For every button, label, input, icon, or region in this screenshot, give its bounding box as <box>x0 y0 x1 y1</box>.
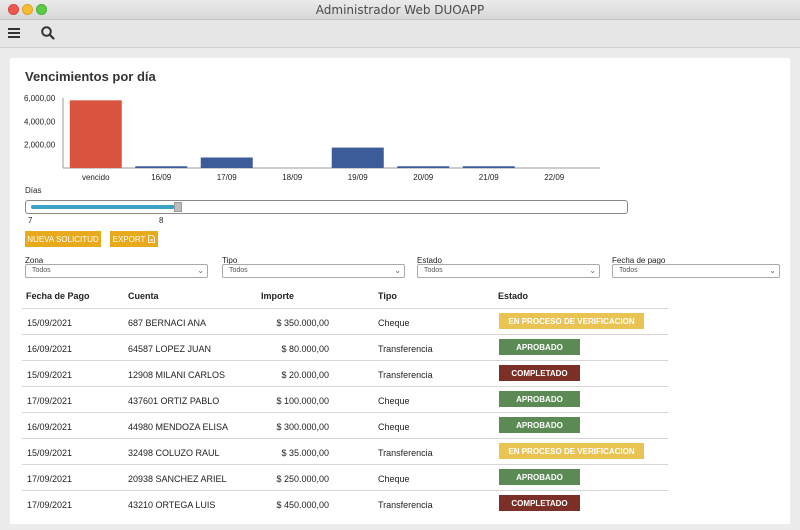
x-tick-label: 21/09 <box>479 173 500 182</box>
slider-min-label: 7 <box>28 216 33 225</box>
chevron-down-icon: ⌄ <box>769 266 776 275</box>
bar-20-09[interactable] <box>397 166 450 168</box>
cell-tipo: Transferencia <box>378 344 433 354</box>
cell-tipo: Cheque <box>378 474 410 484</box>
window-title: Administrador Web DUOAPP <box>315 3 485 17</box>
payment-date-filter-select[interactable]: Todos ⌄ <box>612 264 780 278</box>
slider-fill <box>31 205 175 209</box>
cell-tipo: Cheque <box>378 422 410 432</box>
status-filter-select[interactable]: Todos ⌄ <box>417 264 600 278</box>
days-range-slider[interactable] <box>25 200 628 214</box>
chevron-down-icon: ⌄ <box>589 266 596 275</box>
type-filter-select[interactable]: Todos ⌄ <box>222 264 405 278</box>
table-row[interactable]: 15/09/2021 687 BERNACI ANA $ 350.000,00 … <box>22 308 668 334</box>
cell-cuenta: 687 BERNACI ANA <box>128 318 207 328</box>
cell-importe: $ 20.000,00 <box>281 370 329 380</box>
table-row[interactable]: 16/09/2021 64587 LOPEZ JUAN $ 80.000,00 … <box>22 334 668 360</box>
y-tick-label: 6,000,00 <box>24 94 56 103</box>
cell-fecha: 15/09/2021 <box>27 370 73 380</box>
title-bar: Administrador Web DUOAPP <box>0 0 800 20</box>
bar-19-09[interactable] <box>331 147 384 168</box>
table-row[interactable]: 15/09/2021 32498 COLUZO RAUL $ 35.000,00… <box>22 438 668 464</box>
cell-fecha: 15/09/2021 <box>27 448 73 458</box>
status-badge: COMPLETADO <box>499 495 580 511</box>
status-badge: APROBADO <box>499 469 580 485</box>
app-toolbar <box>0 20 800 48</box>
cell-fecha: 16/09/2021 <box>27 344 73 354</box>
cell-tipo: Cheque <box>378 396 410 406</box>
x-tick-label: 20/09 <box>413 173 434 182</box>
cell-tipo: Transferencia <box>378 370 433 380</box>
cell-cuenta: 12908 MILANI CARLOS <box>128 370 226 380</box>
table-row[interactable]: 17/09/2021 20938 SANCHEZ ARIEL $ 250.000… <box>22 464 668 490</box>
bar-16-09[interactable] <box>135 166 188 168</box>
chevron-down-icon: ⌄ <box>197 266 204 275</box>
cell-cuenta: 20938 SANCHEZ ARIEL <box>128 474 227 484</box>
cell-importe: $ 80.000,00 <box>281 344 329 354</box>
slider-handle[interactable] <box>174 202 182 212</box>
cell-importe: $ 300.000,00 <box>276 422 329 432</box>
status-badge: APROBADO <box>499 339 580 355</box>
cell-cuenta: 43210 ORTEGA LUIS <box>128 500 216 510</box>
cell-fecha: 15/09/2021 <box>27 318 73 328</box>
x-tick-label: 17/09 <box>217 173 238 182</box>
cell-fecha: 16/09/2021 <box>27 422 73 432</box>
status-badge: COMPLETADO <box>499 365 580 381</box>
cell-importe: $ 35.000,00 <box>281 448 329 458</box>
column-header-importe[interactable]: Importe <box>261 291 294 301</box>
status-badge: APROBADO <box>499 391 580 407</box>
y-tick-label: 2,000,00 <box>24 141 56 150</box>
cell-importe: $ 350.000,00 <box>276 318 329 328</box>
file-icon <box>148 235 156 243</box>
x-tick-label: 16/09 <box>151 173 172 182</box>
bar-21-09[interactable] <box>462 166 515 168</box>
bar-17-09[interactable] <box>200 157 253 169</box>
column-header-tipo[interactable]: Tipo <box>378 291 397 301</box>
cell-cuenta: 437601 ORTIZ PABLO <box>128 396 220 406</box>
table-row[interactable]: 17/09/2021 437601 ORTIZ PABLO $ 100.000,… <box>22 386 668 412</box>
table-row[interactable]: 16/09/2021 44980 MENDOZA ELISA $ 300.000… <box>22 412 668 438</box>
search-icon[interactable] <box>40 25 56 41</box>
column-header-estado[interactable]: Estado <box>498 291 528 301</box>
new-request-button[interactable]: NUEVA SOLICITUD <box>25 231 101 247</box>
status-badge: EN PROCESO DE VERIFICACION <box>499 313 644 329</box>
x-tick-label: vencido <box>82 173 110 182</box>
cell-fecha: 17/09/2021 <box>27 396 73 406</box>
y-tick-label: 4,000,00 <box>24 117 56 126</box>
cell-importe: $ 450.000,00 <box>276 500 329 510</box>
cell-fecha: 17/09/2021 <box>27 500 73 510</box>
x-tick-label: 22/09 <box>544 173 565 182</box>
main-card: Vencimientos por día 2,000,00 4,000,00 6,0… <box>10 58 790 524</box>
zone-filter-select[interactable]: Todos ⌄ <box>25 264 208 278</box>
hamburger-icon[interactable] <box>8 28 20 38</box>
cell-cuenta: 32498 COLUZO RAUL <box>128 448 220 458</box>
bar-vencido[interactable] <box>69 100 122 168</box>
table-row[interactable]: 15/09/2021 12908 MILANI CARLOS $ 20.000,… <box>22 360 668 386</box>
status-badge: APROBADO <box>499 417 580 433</box>
cell-tipo: Transferencia <box>378 448 433 458</box>
days-label: Días <box>25 186 42 195</box>
column-header-fecha[interactable]: Fecha de Pago <box>26 291 90 301</box>
cell-importe: $ 100.000,00 <box>276 396 329 406</box>
export-button[interactable]: EXPORT <box>110 231 158 247</box>
cell-fecha: 17/09/2021 <box>27 474 73 484</box>
cell-cuenta: 44980 MENDOZA ELISA <box>128 422 229 432</box>
x-tick-label: 18/09 <box>282 173 303 182</box>
cell-tipo: Transferencia <box>378 500 433 510</box>
cell-importe: $ 250.000,00 <box>276 474 329 484</box>
slider-max-label: 8 <box>159 216 164 225</box>
chevron-down-icon: ⌄ <box>394 266 401 275</box>
cell-cuenta: 64587 LOPEZ JUAN <box>128 344 212 354</box>
column-header-cuenta[interactable]: Cuenta <box>128 291 159 301</box>
table-row[interactable]: 17/09/2021 43210 ORTEGA LUIS $ 450.000,0… <box>22 490 668 516</box>
due-by-day-chart: 2,000,00 4,000,00 6,000,00 vencido 16/09 17/… <box>24 94 600 182</box>
cell-tipo: Cheque <box>378 318 410 328</box>
status-badge: EN PROCESO DE VERIFICACION <box>499 443 644 459</box>
x-tick-label: 19/09 <box>348 173 369 182</box>
